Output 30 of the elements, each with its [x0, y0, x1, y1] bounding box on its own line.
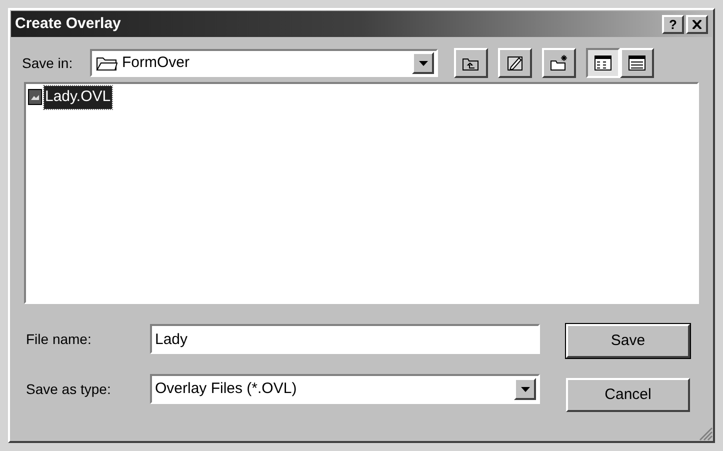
folder-name: FormOver: [122, 52, 190, 73]
list-view-icon: [593, 54, 613, 72]
resize-grip-icon: [699, 427, 713, 441]
toolbar-button[interactable]: [454, 48, 488, 78]
file-name-field[interactable]: Lady: [150, 324, 540, 354]
dropdown-button[interactable]: [514, 378, 536, 400]
close-icon: [692, 20, 702, 28]
pencil-icon: [505, 54, 525, 72]
window-title: Create Overlay: [15, 14, 121, 34]
save-in-dropdown[interactable]: FormOver: [90, 49, 438, 77]
file-item[interactable]: Lady.OVL: [44, 86, 112, 108]
file-name-label: File name:: [26, 330, 92, 348]
caret-icon: [418, 60, 428, 66]
toolbar-button[interactable]: [498, 48, 532, 78]
file-icon: [28, 89, 42, 106]
details-view-icon: [627, 54, 647, 72]
dialog-button[interactable]: Save: [566, 324, 690, 358]
dropdown-button[interactable]: [412, 52, 434, 74]
view-button[interactable]: [586, 48, 620, 78]
close-button[interactable]: [686, 14, 708, 34]
folder-icon: [96, 55, 118, 71]
caret-icon: [520, 386, 530, 392]
dialog-button[interactable]: Cancel: [566, 378, 690, 412]
new-folder-icon: [549, 54, 569, 72]
toolbar-button[interactable]: [542, 48, 576, 78]
help-button[interactable]: ?: [662, 14, 684, 34]
file-type: Overlay Files (*.OVL): [155, 378, 297, 399]
save-as-type-label: Save as type:: [26, 380, 112, 399]
save-in-label: Save in:: [22, 54, 74, 72]
save-as-type-dropdown[interactable]: Overlay Files (*.OVL): [150, 374, 540, 404]
